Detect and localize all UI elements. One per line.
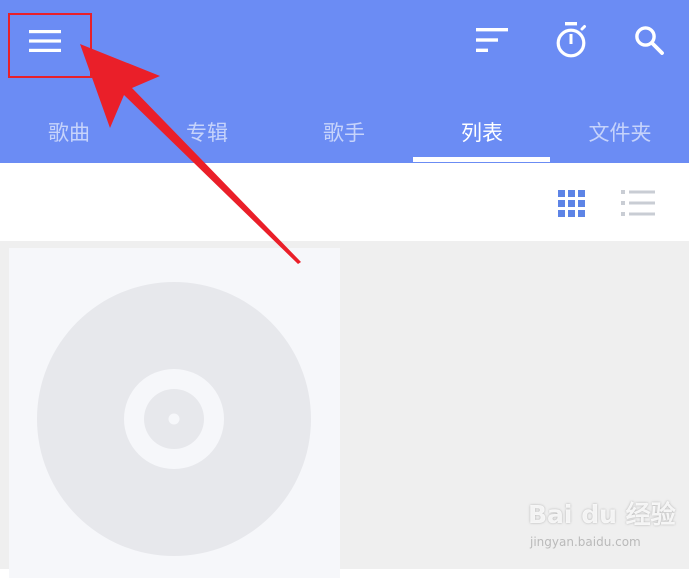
annotation-arrow-icon xyxy=(80,44,301,264)
watermark-url: jingyan.baidu.com xyxy=(530,535,641,549)
watermark: Bai du 经验 jingyan.baidu.com xyxy=(528,495,688,555)
watermark-logo-text: Bai du 经验 xyxy=(528,500,676,529)
